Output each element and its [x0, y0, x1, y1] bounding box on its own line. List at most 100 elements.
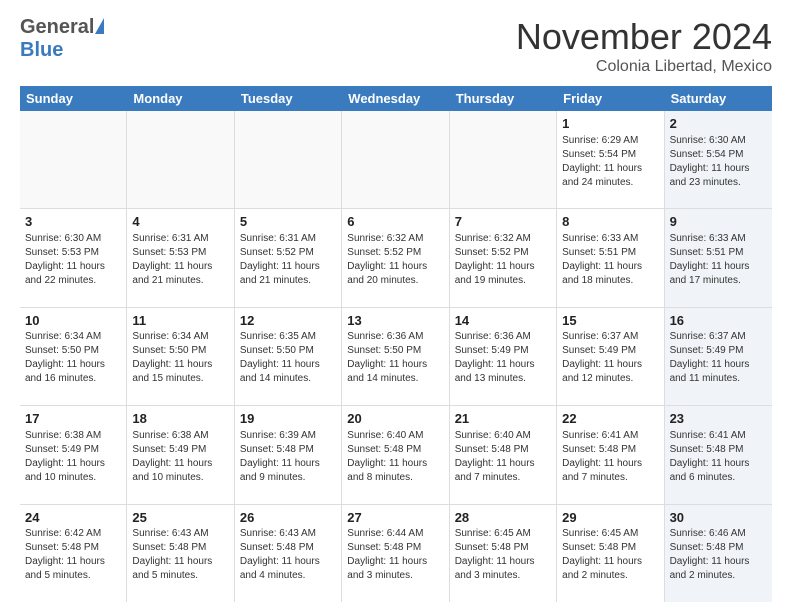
page-container: General Blue November 2024 Colonia Liber… — [0, 0, 792, 612]
calendar-header: SundayMondayTuesdayWednesdayThursdayFrid… — [20, 86, 772, 111]
calendar-week-row: 24Sunrise: 6:42 AM Sunset: 5:48 PM Dayli… — [20, 505, 772, 602]
logo-line1: General — [20, 16, 104, 39]
calendar-cell: 25Sunrise: 6:43 AM Sunset: 5:48 PM Dayli… — [127, 505, 234, 602]
title-section: November 2024 Colonia Libertad, Mexico — [516, 16, 772, 76]
day-number: 16 — [670, 312, 767, 330]
calendar-cell: 10Sunrise: 6:34 AM Sunset: 5:50 PM Dayli… — [20, 308, 127, 405]
calendar: SundayMondayTuesdayWednesdayThursdayFrid… — [20, 86, 772, 602]
day-info: Sunrise: 6:37 AM Sunset: 5:49 PM Dayligh… — [670, 330, 767, 386]
calendar-cell: 26Sunrise: 6:43 AM Sunset: 5:48 PM Dayli… — [235, 505, 342, 602]
logo-block: General Blue — [20, 16, 104, 62]
day-number: 17 — [25, 410, 121, 428]
calendar-header-day: Monday — [127, 86, 234, 111]
calendar-cell: 6Sunrise: 6:32 AM Sunset: 5:52 PM Daylig… — [342, 209, 449, 306]
calendar-header-day: Friday — [557, 86, 664, 111]
calendar-cell: 11Sunrise: 6:34 AM Sunset: 5:50 PM Dayli… — [127, 308, 234, 405]
day-number: 11 — [132, 312, 228, 330]
calendar-cell: 24Sunrise: 6:42 AM Sunset: 5:48 PM Dayli… — [20, 505, 127, 602]
logo-line2: Blue — [20, 39, 104, 62]
logo-general-text: General — [20, 16, 94, 38]
day-info: Sunrise: 6:33 AM Sunset: 5:51 PM Dayligh… — [562, 232, 658, 288]
day-number: 9 — [670, 213, 767, 231]
day-info: Sunrise: 6:45 AM Sunset: 5:48 PM Dayligh… — [562, 527, 658, 583]
calendar-cell: 8Sunrise: 6:33 AM Sunset: 5:51 PM Daylig… — [557, 209, 664, 306]
day-info: Sunrise: 6:30 AM Sunset: 5:53 PM Dayligh… — [25, 232, 121, 288]
calendar-cell: 23Sunrise: 6:41 AM Sunset: 5:48 PM Dayli… — [665, 406, 772, 503]
calendar-cell: 28Sunrise: 6:45 AM Sunset: 5:48 PM Dayli… — [450, 505, 557, 602]
calendar-cell: 5Sunrise: 6:31 AM Sunset: 5:52 PM Daylig… — [235, 209, 342, 306]
day-info: Sunrise: 6:35 AM Sunset: 5:50 PM Dayligh… — [240, 330, 336, 386]
day-info: Sunrise: 6:42 AM Sunset: 5:48 PM Dayligh… — [25, 527, 121, 583]
day-number: 1 — [562, 115, 658, 133]
day-number: 26 — [240, 509, 336, 527]
logo: General Blue — [20, 16, 104, 62]
day-number: 7 — [455, 213, 551, 231]
day-number: 15 — [562, 312, 658, 330]
calendar-week-row: 10Sunrise: 6:34 AM Sunset: 5:50 PM Dayli… — [20, 308, 772, 406]
day-info: Sunrise: 6:45 AM Sunset: 5:48 PM Dayligh… — [455, 527, 551, 583]
day-info: Sunrise: 6:33 AM Sunset: 5:51 PM Dayligh… — [670, 232, 767, 288]
day-number: 22 — [562, 410, 658, 428]
day-info: Sunrise: 6:34 AM Sunset: 5:50 PM Dayligh… — [25, 330, 121, 386]
calendar-cell: 13Sunrise: 6:36 AM Sunset: 5:50 PM Dayli… — [342, 308, 449, 405]
calendar-week-row: 3Sunrise: 6:30 AM Sunset: 5:53 PM Daylig… — [20, 209, 772, 307]
calendar-cell: 17Sunrise: 6:38 AM Sunset: 5:49 PM Dayli… — [20, 406, 127, 503]
day-info: Sunrise: 6:36 AM Sunset: 5:50 PM Dayligh… — [347, 330, 443, 386]
calendar-cell: 22Sunrise: 6:41 AM Sunset: 5:48 PM Dayli… — [557, 406, 664, 503]
day-number: 4 — [132, 213, 228, 231]
logo-blue-text: Blue — [20, 39, 63, 61]
month-title: November 2024 — [516, 16, 772, 58]
location: Colonia Libertad, Mexico — [516, 58, 772, 76]
calendar-cell: 21Sunrise: 6:40 AM Sunset: 5:48 PM Dayli… — [450, 406, 557, 503]
calendar-cell — [127, 111, 234, 208]
logo-triangle-icon — [95, 18, 104, 34]
day-info: Sunrise: 6:31 AM Sunset: 5:53 PM Dayligh… — [132, 232, 228, 288]
day-number: 28 — [455, 509, 551, 527]
calendar-cell: 2Sunrise: 6:30 AM Sunset: 5:54 PM Daylig… — [665, 111, 772, 208]
day-info: Sunrise: 6:31 AM Sunset: 5:52 PM Dayligh… — [240, 232, 336, 288]
day-number: 29 — [562, 509, 658, 527]
calendar-header-day: Tuesday — [235, 86, 342, 111]
calendar-cell: 20Sunrise: 6:40 AM Sunset: 5:48 PM Dayli… — [342, 406, 449, 503]
day-info: Sunrise: 6:32 AM Sunset: 5:52 PM Dayligh… — [347, 232, 443, 288]
day-info: Sunrise: 6:37 AM Sunset: 5:49 PM Dayligh… — [562, 330, 658, 386]
day-info: Sunrise: 6:34 AM Sunset: 5:50 PM Dayligh… — [132, 330, 228, 386]
calendar-cell: 19Sunrise: 6:39 AM Sunset: 5:48 PM Dayli… — [235, 406, 342, 503]
day-info: Sunrise: 6:41 AM Sunset: 5:48 PM Dayligh… — [670, 429, 767, 485]
calendar-cell: 30Sunrise: 6:46 AM Sunset: 5:48 PM Dayli… — [665, 505, 772, 602]
day-number: 13 — [347, 312, 443, 330]
day-info: Sunrise: 6:30 AM Sunset: 5:54 PM Dayligh… — [670, 134, 767, 190]
day-info: Sunrise: 6:40 AM Sunset: 5:48 PM Dayligh… — [455, 429, 551, 485]
calendar-cell: 7Sunrise: 6:32 AM Sunset: 5:52 PM Daylig… — [450, 209, 557, 306]
calendar-cell: 3Sunrise: 6:30 AM Sunset: 5:53 PM Daylig… — [20, 209, 127, 306]
calendar-header-day: Thursday — [450, 86, 557, 111]
calendar-cell: 12Sunrise: 6:35 AM Sunset: 5:50 PM Dayli… — [235, 308, 342, 405]
day-number: 30 — [670, 509, 767, 527]
day-info: Sunrise: 6:38 AM Sunset: 5:49 PM Dayligh… — [132, 429, 228, 485]
calendar-cell — [235, 111, 342, 208]
day-info: Sunrise: 6:40 AM Sunset: 5:48 PM Dayligh… — [347, 429, 443, 485]
calendar-header-day: Saturday — [665, 86, 772, 111]
day-info: Sunrise: 6:32 AM Sunset: 5:52 PM Dayligh… — [455, 232, 551, 288]
day-number: 23 — [670, 410, 767, 428]
calendar-cell: 15Sunrise: 6:37 AM Sunset: 5:49 PM Dayli… — [557, 308, 664, 405]
day-number: 3 — [25, 213, 121, 231]
day-info: Sunrise: 6:46 AM Sunset: 5:48 PM Dayligh… — [670, 527, 767, 583]
calendar-cell — [342, 111, 449, 208]
day-number: 14 — [455, 312, 551, 330]
calendar-cell: 14Sunrise: 6:36 AM Sunset: 5:49 PM Dayli… — [450, 308, 557, 405]
day-number: 8 — [562, 213, 658, 231]
calendar-header-day: Wednesday — [342, 86, 449, 111]
day-info: Sunrise: 6:29 AM Sunset: 5:54 PM Dayligh… — [562, 134, 658, 190]
day-number: 18 — [132, 410, 228, 428]
calendar-cell: 18Sunrise: 6:38 AM Sunset: 5:49 PM Dayli… — [127, 406, 234, 503]
calendar-cell: 29Sunrise: 6:45 AM Sunset: 5:48 PM Dayli… — [557, 505, 664, 602]
day-info: Sunrise: 6:39 AM Sunset: 5:48 PM Dayligh… — [240, 429, 336, 485]
header: General Blue November 2024 Colonia Liber… — [20, 16, 772, 76]
calendar-cell: 9Sunrise: 6:33 AM Sunset: 5:51 PM Daylig… — [665, 209, 772, 306]
calendar-body: 1Sunrise: 6:29 AM Sunset: 5:54 PM Daylig… — [20, 111, 772, 602]
calendar-cell: 27Sunrise: 6:44 AM Sunset: 5:48 PM Dayli… — [342, 505, 449, 602]
calendar-week-row: 1Sunrise: 6:29 AM Sunset: 5:54 PM Daylig… — [20, 111, 772, 209]
day-number: 6 — [347, 213, 443, 231]
calendar-cell: 1Sunrise: 6:29 AM Sunset: 5:54 PM Daylig… — [557, 111, 664, 208]
